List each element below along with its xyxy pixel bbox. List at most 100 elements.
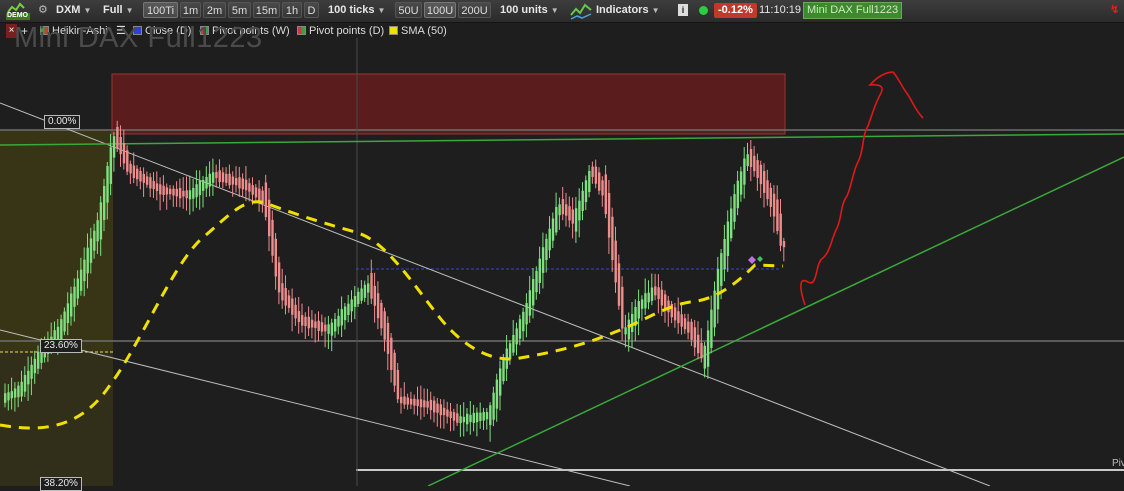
candle-body — [703, 345, 706, 369]
candle-body — [353, 295, 357, 307]
candle-body — [624, 327, 627, 335]
candle-body — [763, 171, 766, 193]
sma-line — [0, 200, 784, 430]
candle-body — [772, 193, 776, 217]
candle-body — [617, 263, 621, 306]
candle-body — [228, 173, 231, 186]
candle-body — [116, 126, 119, 149]
candle-body — [598, 172, 601, 191]
candle-body — [759, 164, 763, 185]
candle-body — [515, 328, 518, 345]
candle-body — [436, 403, 439, 413]
candle-body — [208, 173, 211, 187]
candle-body — [172, 188, 175, 196]
candle-body — [660, 289, 664, 306]
trendline-upper — [0, 102, 991, 486]
candle-body — [551, 218, 555, 241]
candle-body — [700, 342, 703, 359]
candle-body — [746, 154, 749, 167]
candle-body — [159, 184, 162, 195]
candle-body — [396, 369, 400, 400]
candle-body — [251, 185, 254, 195]
candle-body — [79, 269, 83, 291]
candle-body — [492, 392, 495, 420]
candle-body — [383, 311, 386, 340]
candle-body — [782, 241, 786, 248]
candle-body — [320, 322, 324, 332]
candle-body — [769, 187, 772, 207]
candle-body — [367, 283, 370, 293]
candle-body — [650, 287, 654, 301]
candle-body — [63, 311, 66, 332]
candle-body — [211, 172, 215, 183]
candle-body — [258, 188, 261, 202]
candle-body — [241, 178, 244, 190]
candle-body — [614, 240, 617, 283]
candle-body — [304, 316, 307, 327]
fib-zone-lower — [0, 352, 113, 486]
candle-body — [350, 299, 353, 312]
candle-body — [508, 343, 512, 360]
candle-body — [627, 319, 631, 340]
pivot-label: Piv — [1112, 458, 1124, 469]
candle-body — [446, 409, 449, 417]
candle-body — [370, 273, 373, 299]
candle-body — [129, 163, 132, 174]
candle-body — [561, 199, 565, 215]
candle-body — [416, 399, 419, 407]
candle-body — [776, 199, 779, 232]
candle-body — [330, 322, 334, 336]
candle-body — [657, 287, 660, 300]
candle-body — [489, 405, 492, 426]
candle-body — [456, 413, 459, 423]
candle-body — [541, 247, 545, 273]
candle-body — [327, 324, 330, 334]
candle-body — [60, 319, 63, 341]
candle-body — [697, 334, 700, 354]
candle-body — [360, 288, 363, 301]
candle-body — [4, 393, 7, 403]
candle-body — [178, 187, 182, 199]
candle-body — [409, 398, 413, 405]
candle-body — [637, 301, 640, 319]
candle-body — [518, 319, 522, 339]
candle-body — [122, 143, 126, 164]
candle-body — [27, 370, 30, 385]
candle-body — [337, 315, 340, 327]
candle-body — [149, 177, 152, 189]
candle-body — [301, 315, 304, 326]
candle-body — [376, 293, 380, 319]
candle-body — [690, 321, 693, 340]
candle-body — [482, 411, 485, 421]
candle-body — [578, 200, 581, 221]
candle-body — [429, 399, 433, 411]
candle-body — [142, 173, 145, 183]
signal-marker-icon — [748, 256, 756, 264]
candle-body — [23, 375, 27, 392]
candle-body — [495, 379, 499, 409]
green-trendline-horizontal — [0, 133, 1124, 146]
price-chart[interactable] — [0, 0, 1124, 486]
candle-body — [601, 180, 604, 196]
candle-body — [264, 182, 268, 218]
candle-body — [30, 364, 33, 379]
candle-body — [175, 188, 178, 197]
candle-body — [640, 299, 644, 309]
candle-body — [535, 270, 538, 293]
candle-body — [604, 174, 607, 215]
candle-body — [403, 396, 406, 405]
candle-body — [188, 190, 192, 200]
candle-body — [340, 309, 343, 326]
candle-body — [310, 319, 314, 328]
candle-body — [680, 314, 683, 327]
candle-body — [169, 188, 172, 195]
candle-body — [334, 318, 337, 332]
candle-body — [238, 177, 241, 189]
candle-body — [66, 303, 70, 324]
candle-body — [37, 351, 40, 369]
candle-body — [248, 183, 251, 192]
candle-body — [479, 412, 482, 421]
candle-body — [502, 358, 505, 382]
candle-body — [139, 170, 142, 182]
candle-body — [287, 295, 291, 308]
